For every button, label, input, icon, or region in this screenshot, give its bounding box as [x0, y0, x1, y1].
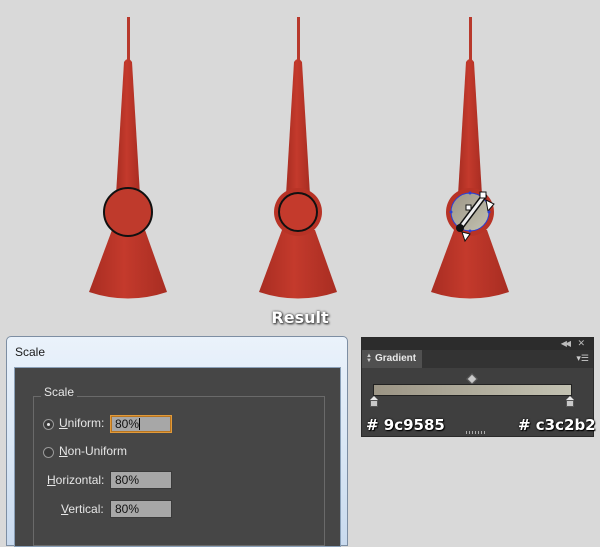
tower-shape-3: [431, 17, 509, 299]
hex-right-label: # c3c2b2: [518, 416, 596, 434]
gradient-stop-right[interactable]: [566, 396, 574, 408]
horizontal-label: Horizontal:: [47, 473, 105, 487]
gradient-stop-left[interactable]: [370, 396, 378, 408]
close-icon[interactable]: ✕: [577, 338, 585, 349]
vertical-label: Vertical:: [61, 502, 104, 516]
non-uniform-radio[interactable]: [43, 447, 54, 458]
collapse-icon[interactable]: ◀◀: [561, 339, 571, 348]
canvas-area: Result: [0, 0, 600, 330]
tower-shape-2: [259, 17, 337, 299]
tab-gradient-label: Gradient: [375, 353, 417, 364]
panel-resize-grip[interactable]: [466, 431, 486, 434]
tower-shape-1: [89, 17, 167, 299]
uniform-radio[interactable]: [43, 419, 54, 430]
scale-dialog: Scale Scale Uniform: 80% Non-Uniform Hor…: [6, 336, 348, 547]
uniform-input[interactable]: 80%: [110, 415, 172, 433]
panel-tab-row: ▲ ▼ Gradient ▾☰: [362, 350, 593, 368]
tab-gradient[interactable]: ▲ ▼ Gradient: [362, 350, 422, 368]
gradient-slider-bar[interactable]: [373, 384, 572, 396]
tab-expand-icon[interactable]: ▲ ▼: [366, 353, 372, 364]
scale-group-label: Scale: [41, 385, 78, 399]
scale-dialog-body: Scale Uniform: 80% Non-Uniform Horizonta…: [14, 367, 341, 547]
horizontal-input[interactable]: 80%: [110, 471, 172, 489]
uniform-label[interactable]: Uniform:: [59, 416, 104, 430]
circle-scaled: [278, 192, 318, 232]
vertical-input[interactable]: 80%: [110, 500, 172, 518]
result-label: Result: [271, 308, 329, 327]
circle-original: [103, 187, 153, 237]
scale-dialog-title: Scale: [15, 345, 46, 359]
non-uniform-label[interactable]: Non-Uniform: [59, 444, 127, 458]
panel-top-bar: ◀◀ ✕: [362, 338, 593, 350]
gradient-midpoint-handle[interactable]: [466, 373, 478, 385]
hex-left-label: # 9c9585: [366, 416, 445, 434]
panel-menu-icon[interactable]: ▾☰: [576, 353, 589, 364]
illustration-canvas: [89, 17, 509, 299]
